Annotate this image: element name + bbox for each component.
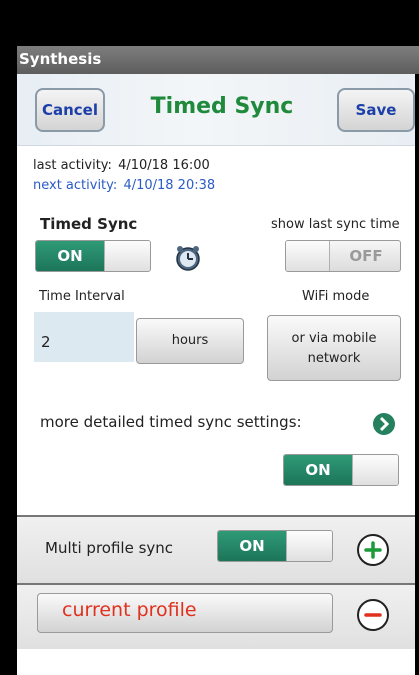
- toggle-knob: [286, 241, 330, 271]
- content-area: Cancel Timed Sync Save last activity: 4/…: [17, 74, 419, 675]
- current-profile-panel: current profile: [17, 583, 415, 649]
- multi-profile-toggle[interactable]: ON: [217, 530, 333, 562]
- next-activity-value: 4/10/18 20:38: [123, 178, 216, 193]
- toggle-knob: [104, 241, 150, 271]
- toggle-knob: [352, 455, 398, 485]
- plus-icon[interactable]: [357, 534, 389, 566]
- wifi-mode-line1: or via mobile: [291, 331, 377, 346]
- interval-unit-button[interactable]: hours: [136, 318, 244, 364]
- wifi-mode-label: WiFi mode: [302, 289, 370, 304]
- detailed-settings-toggle[interactable]: ON: [283, 454, 399, 486]
- show-last-sync-toggle-off: OFF: [349, 247, 383, 265]
- toggle-knob: [286, 531, 332, 561]
- time-interval-input[interactable]: [34, 312, 134, 362]
- clock-icon: [174, 244, 202, 272]
- cancel-button[interactable]: Cancel: [35, 88, 105, 132]
- timed-sync-toggle[interactable]: ON: [35, 240, 151, 272]
- show-last-sync-label: show last sync time: [271, 217, 400, 232]
- header: Cancel Timed Sync Save: [17, 74, 415, 146]
- timed-sync-toggle-on: ON: [36, 241, 104, 271]
- last-activity-label: last activity:: [33, 158, 112, 173]
- last-activity: last activity: 4/10/18 16:00: [33, 158, 210, 173]
- detailed-settings-label: more detailed timed sync settings:: [40, 413, 302, 431]
- screen: Synthesis Cancel Timed Sync Save last ac…: [0, 0, 419, 675]
- wifi-mode-button[interactable]: or via mobile network: [267, 315, 401, 381]
- app-title: Synthesis: [19, 50, 102, 68]
- wifi-mode-line2: network: [307, 351, 361, 366]
- right-edge: [415, 74, 419, 675]
- minus-icon[interactable]: [357, 599, 389, 631]
- save-button[interactable]: Save: [337, 88, 415, 132]
- next-activity-label: next activity:: [33, 178, 118, 193]
- chevron-right-icon[interactable]: [372, 412, 396, 436]
- next-activity: next activity: 4/10/18 20:38: [33, 178, 215, 193]
- status-bar: [0, 0, 419, 46]
- last-activity-value: 4/10/18 16:00: [118, 158, 210, 173]
- time-interval-label: Time Interval: [39, 289, 125, 304]
- app-title-bar: Synthesis: [17, 46, 419, 74]
- detailed-settings-toggle-on: ON: [284, 455, 352, 485]
- page-title: Timed Sync: [150, 94, 294, 119]
- multi-profile-label: Multi profile sync: [45, 539, 174, 557]
- current-profile-button[interactable]: current profile: [37, 593, 333, 633]
- show-last-sync-toggle[interactable]: OFF: [285, 240, 401, 272]
- timed-sync-label: Timed Sync: [40, 215, 138, 233]
- multi-profile-panel: Multi profile sync ON: [17, 515, 415, 583]
- multi-profile-toggle-on: ON: [218, 531, 286, 561]
